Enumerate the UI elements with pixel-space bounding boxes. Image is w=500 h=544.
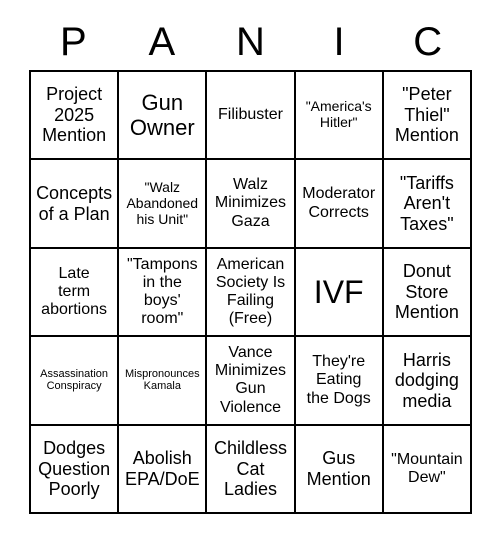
bingo-cell[interactable]: Dodges Question Poorly — [31, 425, 120, 514]
bingo-cell-label: "Tariffs Aren't Taxes" — [399, 172, 454, 234]
bingo-cell[interactable]: "Peter Thiel" Mention — [383, 72, 472, 161]
bingo-cell[interactable]: Concepts of a Plan — [31, 160, 120, 249]
bingo-cell[interactable]: Vance Minimizes Gun Violence — [207, 337, 296, 426]
bingo-cell-label: "Mountain Dew" — [391, 450, 463, 486]
bingo-cell[interactable]: Gus Mention — [295, 425, 384, 514]
bingo-cell[interactable]: Filibuster — [207, 72, 296, 161]
bingo-cell-free-space[interactable]: IVF — [295, 248, 384, 338]
bingo-card-header: P A N I C — [29, 14, 472, 70]
bingo-cell[interactable]: Childless Cat Ladies — [207, 425, 296, 514]
bingo-cell-label: Moderator Corrects — [302, 185, 376, 221]
bingo-card: P A N I C Project 2025 Mention Gun Owner… — [29, 14, 472, 514]
bingo-cell[interactable]: Harris dodging media — [383, 337, 472, 426]
bingo-cell[interactable]: Late term abortions — [31, 248, 120, 338]
bingo-cell-label: Late term abortions — [41, 264, 107, 319]
bingo-grid: Project 2025 Mention Gun Owner Filibuste… — [29, 70, 472, 514]
bingo-cell-label: Gus Mention — [306, 448, 371, 489]
bingo-cell-label: Project 2025 Mention — [42, 84, 107, 146]
bingo-cell-label: Filibuster — [218, 106, 283, 124]
bingo-cell-label: Donut Store Mention — [394, 261, 459, 323]
bingo-cell[interactable]: Moderator Corrects — [295, 160, 384, 249]
header-letter-p: P — [59, 20, 87, 64]
bingo-cell-label: IVF — [313, 273, 364, 310]
bingo-cell-label: "Tampons in the boys' room" — [126, 255, 198, 328]
header-letter-c: C — [413, 20, 443, 64]
bingo-cell[interactable]: "Tampons in the boys' room" — [119, 248, 208, 338]
bingo-cell-label: Harris dodging media — [394, 349, 459, 411]
bingo-cell-label: Dodges Question Poorly — [38, 438, 111, 500]
bingo-cell-label: Walz Minimizes Gaza — [214, 176, 287, 230]
bingo-cell[interactable]: Gun Owner — [119, 72, 208, 161]
bingo-cell-label: "America's Hitler" — [305, 98, 372, 131]
bingo-cell-label: Assassination Conspiracy — [40, 367, 109, 393]
bingo-cell[interactable]: Walz Minimizes Gaza — [207, 160, 296, 249]
bingo-cell[interactable]: They're Eating the Dogs — [295, 337, 384, 426]
bingo-cell[interactable]: Donut Store Mention — [383, 248, 472, 338]
bingo-cell-label: Mispronounces Kamala — [124, 367, 200, 393]
bingo-cell[interactable]: "Walz Abandoned his Unit" — [119, 160, 208, 249]
bingo-cell-label: Gun Owner — [129, 90, 195, 141]
bingo-cell[interactable]: American Society Is Failing (Free) — [207, 248, 296, 338]
bingo-cell-label: They're Eating the Dogs — [306, 353, 371, 407]
bingo-cell[interactable]: Abolish EPA/DoE — [119, 425, 208, 514]
header-letter-n: N — [236, 20, 265, 64]
header-letter-i: I — [333, 20, 345, 64]
bingo-cell-label: "Walz Abandoned his Unit" — [126, 178, 199, 227]
bingo-cell[interactable]: Mispronounces Kamala — [119, 337, 208, 426]
bingo-cell[interactable]: "America's Hitler" — [295, 72, 384, 161]
bingo-cell[interactable]: "Tariffs Aren't Taxes" — [383, 160, 472, 249]
bingo-cell-label: Vance Minimizes Gun Violence — [214, 343, 287, 416]
bingo-cell-label: Abolish EPA/DoE — [124, 448, 200, 489]
bingo-cell-label: American Society Is Failing (Free) — [215, 255, 286, 328]
bingo-cell[interactable]: Assassination Conspiracy — [31, 337, 120, 426]
bingo-cell-label: Concepts of a Plan — [36, 183, 113, 224]
bingo-cell-label: "Peter Thiel" Mention — [394, 84, 459, 146]
bingo-cell[interactable]: "Mountain Dew" — [383, 425, 472, 514]
bingo-cell-label: Childless Cat Ladies — [213, 438, 287, 500]
header-letter-a: A — [148, 20, 176, 64]
bingo-cell[interactable]: Project 2025 Mention — [31, 72, 120, 161]
